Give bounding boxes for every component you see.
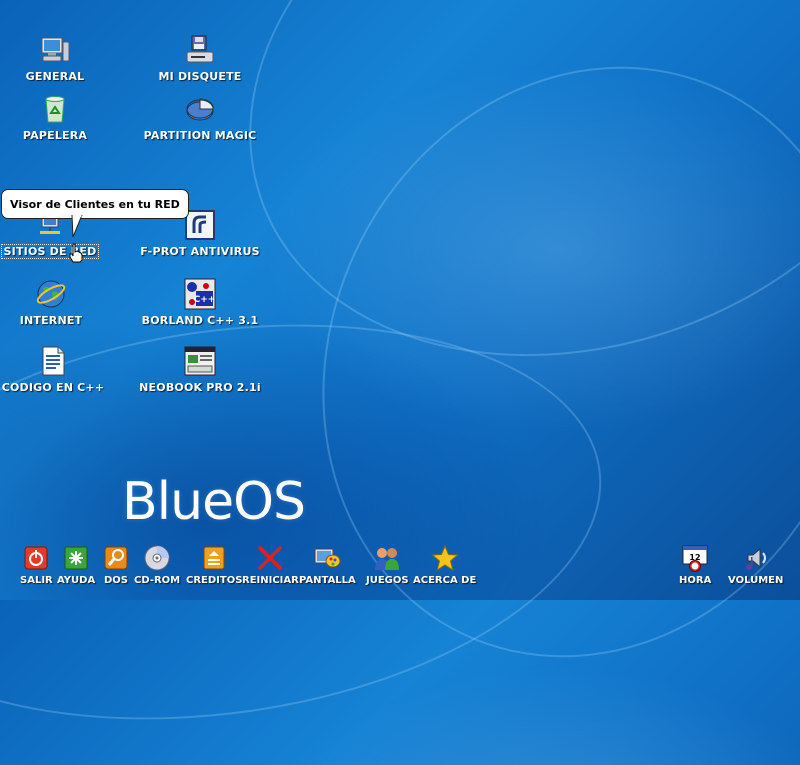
taskbar-salir-button[interactable]: SALIR [20, 544, 53, 586]
tooltip-tail [71, 215, 83, 238]
desktop-icon-borland-cpp[interactable]: C++ BORLAND C++ 3.1 [142, 278, 258, 327]
partition-pie-icon [186, 98, 214, 121]
desktop-icon-partition-magic[interactable]: PARTITION MAGIC [144, 93, 256, 142]
display-icon [314, 548, 341, 568]
desktop-icon-papelera[interactable]: PAPELERA [0, 93, 110, 142]
taskbar-label: CD-ROM [134, 575, 181, 586]
antivirus-icon [185, 210, 215, 240]
taskbar-label: JUEGOS [366, 575, 409, 586]
taskbar-hora-button[interactable]: 12 HORA [679, 544, 711, 586]
desktop-icon-label: MI DISQUETE [158, 70, 242, 83]
taskbar-ayuda-button[interactable]: AYUDA [57, 544, 95, 586]
credits-icon [203, 546, 225, 570]
taskbar-cdrom-button[interactable]: CD-ROM [134, 544, 180, 586]
games-icon [375, 548, 400, 570]
computer-icon [41, 37, 70, 62]
desktop-icon-label: F-PROT ANTIVIRUS [140, 245, 260, 258]
neobook-window-icon [184, 346, 216, 376]
taskbar-volumen-button[interactable]: VOLUMEN [728, 544, 783, 586]
desktop-icon-label: PAPELERA [22, 129, 88, 142]
cd-icon [144, 545, 170, 571]
taskbar-dos-button[interactable]: DOS [102, 544, 130, 586]
taskbar-creditos-button[interactable]: CREDITOS [186, 544, 242, 586]
tooltip: Visor de Clientes en tu RED [1, 189, 189, 219]
wallpaper-swoosh [226, 0, 800, 747]
taskbar-pantalla-button[interactable]: PANTALLA [299, 544, 356, 586]
star-icon [430, 544, 459, 572]
taskbar-label: REINICIAR [242, 575, 299, 586]
taskbar-label: VOLUMEN [728, 575, 784, 586]
taskbar-reiniciar-button[interactable]: REINICIAR [242, 544, 299, 586]
document-icon [42, 346, 65, 376]
dos-icon [104, 546, 128, 570]
desktop-icon-label: NEOBOOK PRO 2.1i [139, 381, 261, 394]
svg-text:C++: C++ [194, 295, 216, 305]
wallpaper-swoosh [171, 0, 800, 449]
restart-x-icon [258, 546, 283, 570]
desktop-icon-general[interactable]: GENERAL [0, 34, 110, 83]
taskbar-label: AYUDA [57, 575, 96, 586]
desktop-icon-neobook-pro[interactable]: NEOBOOK PRO 2.1i [139, 345, 261, 394]
taskbar-label: HORA [679, 575, 712, 586]
taskbar-label: ACERCA DE [413, 575, 477, 586]
desktop-icon-label: CODIGO EN C++ [1, 381, 105, 394]
taskbar-acerca-de-button[interactable]: ACERCA DE [413, 544, 476, 586]
taskbar-label: PANTALLA [299, 575, 356, 586]
globe-icon [36, 280, 66, 308]
desktop-icon-internet[interactable]: INTERNET [0, 278, 106, 327]
taskbar-juegos-button[interactable]: JUEGOS [366, 544, 409, 586]
cpp-compiler-icon: C++ [184, 278, 216, 310]
desktop-icon-codigo-cpp[interactable]: CODIGO EN C++ [0, 345, 108, 394]
blueos-logo: BlueOS [122, 472, 306, 532]
desktop-icon-label: PARTITION MAGIC [143, 129, 257, 142]
recycle-bin-icon [45, 96, 65, 123]
clock-icon: 12 [682, 545, 708, 572]
desktop-icon-label: GENERAL [25, 70, 85, 83]
volume-icon [745, 547, 766, 570]
power-icon [24, 546, 48, 570]
taskbar-label: SALIR [20, 575, 53, 586]
hand-cursor-icon [69, 243, 83, 263]
taskbar-label: DOS [103, 575, 128, 586]
desktop-icon-label: BORLAND C++ 3.1 [141, 314, 259, 327]
taskbar-label: CREDITOS [186, 575, 243, 586]
help-icon [64, 546, 88, 570]
desktop-icon-label: INTERNET [19, 314, 83, 327]
desktop-icon-mi-disquete[interactable]: MI DISQUETE [145, 34, 255, 83]
floppy-drive-icon [186, 35, 214, 63]
